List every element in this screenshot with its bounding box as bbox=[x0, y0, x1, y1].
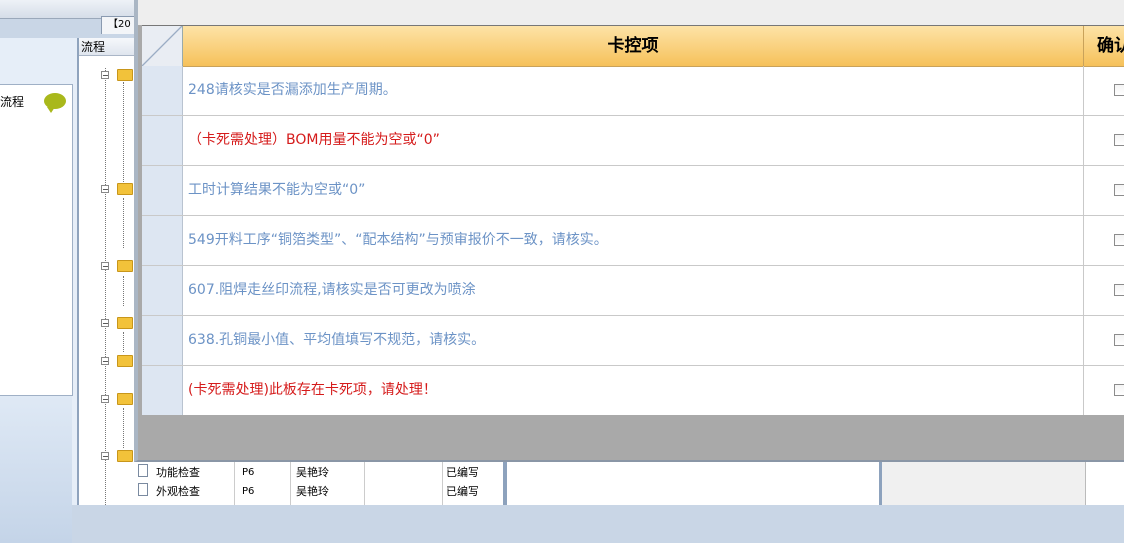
tree-header: 流程 bbox=[79, 38, 139, 56]
row-code: P6 bbox=[242, 486, 255, 497]
row-person: 吴艳玲 bbox=[296, 485, 329, 498]
folder-icon bbox=[117, 69, 133, 81]
control-item-text: 607.阻焊走丝印流程,请核实是否可更改为喷涂 bbox=[188, 282, 476, 298]
folder-icon bbox=[117, 317, 133, 329]
tree-guide-line bbox=[123, 276, 124, 306]
process-tree: 流程 − − − − − − − bbox=[78, 38, 139, 505]
folder-icon bbox=[117, 393, 133, 405]
confirm-cell bbox=[1083, 116, 1124, 165]
confirm-checkbox[interactable] bbox=[1114, 384, 1124, 396]
confirm-checkbox[interactable] bbox=[1114, 234, 1124, 246]
dialog-top-bar bbox=[138, 0, 1124, 25]
control-item-text: 638.孔铜最小值、平均值填写不规范，请核实。 bbox=[188, 332, 486, 348]
tree-folder-node[interactable]: − bbox=[101, 449, 137, 463]
control-item-text: (卡死需处理)此板存在卡死项，请处理！ bbox=[188, 382, 437, 398]
grid-header: 卡控项 确认 bbox=[142, 26, 1124, 67]
control-item-text: 工时计算结果不能为空或“0” bbox=[188, 182, 366, 198]
column-header-item[interactable]: 卡控项 bbox=[183, 26, 1083, 66]
row-header[interactable] bbox=[142, 66, 183, 115]
tree-guide-line bbox=[105, 68, 106, 505]
confirm-cell bbox=[1083, 316, 1124, 365]
control-items-dialog: 卡控项 确认 248请核实是否漏添加生产周期。 （卡死需处理）BOM用量不能为空或… bbox=[134, 0, 1124, 462]
table-row[interactable]: 607.阻焊走丝印流程,请核实是否可更改为喷涂 bbox=[142, 266, 1124, 316]
collapse-toggle-icon[interactable]: − bbox=[101, 262, 109, 271]
folder-icon bbox=[117, 355, 133, 367]
tree-folder-node[interactable]: − bbox=[101, 316, 137, 330]
document-icon bbox=[138, 483, 148, 496]
tree-guide-line bbox=[123, 82, 124, 182]
detail-pane bbox=[503, 462, 883, 505]
control-items-grid: 卡控项 确认 248请核实是否漏添加生产周期。 （卡死需处理）BOM用量不能为空或… bbox=[142, 25, 1124, 416]
tree-folder-node[interactable]: − bbox=[101, 182, 137, 196]
column-header-confirm[interactable]: 确认 bbox=[1083, 26, 1124, 66]
confirm-checkbox[interactable] bbox=[1114, 284, 1124, 296]
row-header[interactable] bbox=[142, 316, 183, 365]
table-row[interactable]: 功能检查 P6 吴艳玲 已编写 bbox=[138, 464, 503, 482]
collapse-toggle-icon[interactable]: − bbox=[101, 319, 109, 328]
tree-guide-line bbox=[123, 408, 124, 448]
tree-guide-line bbox=[123, 198, 124, 248]
confirm-checkbox[interactable] bbox=[1114, 184, 1124, 196]
table-row[interactable]: 638.孔铜最小值、平均值填写不规范，请核实。 bbox=[142, 316, 1124, 366]
table-row[interactable]: (卡死需处理)此板存在卡死项，请处理！ bbox=[142, 366, 1124, 416]
confirm-cell bbox=[1083, 366, 1124, 415]
folder-icon bbox=[117, 260, 133, 272]
left-panel: 流程 bbox=[0, 84, 73, 396]
collapse-toggle-icon[interactable]: − bbox=[101, 185, 109, 194]
right-pane-cell bbox=[1085, 462, 1124, 505]
confirm-cell bbox=[1083, 216, 1124, 265]
confirm-cell bbox=[1083, 266, 1124, 315]
confirm-checkbox[interactable] bbox=[1114, 334, 1124, 346]
row-status: 已编写 bbox=[446, 466, 478, 479]
collapse-toggle-icon[interactable]: − bbox=[101, 395, 109, 404]
confirm-checkbox[interactable] bbox=[1114, 84, 1124, 96]
tree-folder-node[interactable]: − bbox=[101, 68, 137, 82]
tree-folder-node[interactable]: − bbox=[101, 392, 137, 406]
document-icon bbox=[138, 464, 148, 477]
confirm-cell bbox=[1083, 166, 1124, 215]
row-header[interactable] bbox=[142, 166, 183, 215]
tree-folder-node[interactable]: − bbox=[101, 354, 137, 368]
table-row[interactable]: （卡死需处理）BOM用量不能为空或“0” bbox=[142, 116, 1124, 166]
control-item-text: 248请核实是否漏添加生产周期。 bbox=[188, 82, 397, 98]
control-item-text: （卡死需处理）BOM用量不能为空或“0” bbox=[188, 132, 440, 148]
row-name: 功能检查 bbox=[156, 466, 200, 479]
row-header[interactable] bbox=[142, 116, 183, 165]
process-grid-rows: 功能检查 P6 吴艳玲 已编写 外观检查 P6 吴艳玲 已编写 bbox=[138, 462, 503, 505]
table-row[interactable]: 549开料工序“铜箔类型”、“配本结构”与预审报价不一致，请核实。 bbox=[142, 216, 1124, 266]
tree-guide-line bbox=[123, 332, 124, 352]
speech-bubble-icon[interactable] bbox=[44, 93, 66, 113]
row-status: 已编写 bbox=[446, 485, 478, 498]
row-header[interactable] bbox=[142, 216, 183, 265]
row-name: 外观检查 bbox=[156, 485, 200, 498]
left-panel-label: 流程 bbox=[0, 95, 25, 109]
select-all-corner[interactable] bbox=[142, 26, 183, 66]
left-pane: 流程 bbox=[0, 38, 78, 543]
tree-folder-node[interactable]: − bbox=[101, 259, 137, 273]
collapse-toggle-icon[interactable]: − bbox=[101, 71, 109, 80]
left-pane-lower bbox=[0, 396, 72, 543]
collapse-toggle-icon[interactable]: − bbox=[101, 452, 109, 461]
folder-icon bbox=[117, 183, 133, 195]
confirm-checkbox[interactable] bbox=[1114, 134, 1124, 146]
folder-icon bbox=[117, 450, 133, 462]
table-row[interactable]: 外观检查 P6 吴艳玲 已编写 bbox=[138, 483, 503, 501]
dialog-footer bbox=[142, 415, 1124, 460]
control-item-text: 549开料工序“铜箔类型”、“配本结构”与预审报价不一致，请核实。 bbox=[188, 232, 608, 248]
confirm-cell bbox=[1083, 66, 1124, 115]
table-row[interactable]: 248请核实是否漏添加生产周期。 bbox=[142, 66, 1124, 116]
row-code: P6 bbox=[242, 467, 255, 478]
row-header[interactable] bbox=[142, 366, 183, 415]
collapse-toggle-icon[interactable]: − bbox=[101, 357, 109, 366]
row-person: 吴艳玲 bbox=[296, 466, 329, 479]
row-header[interactable] bbox=[142, 266, 183, 315]
table-row[interactable]: 工时计算结果不能为空或“0” bbox=[142, 166, 1124, 216]
